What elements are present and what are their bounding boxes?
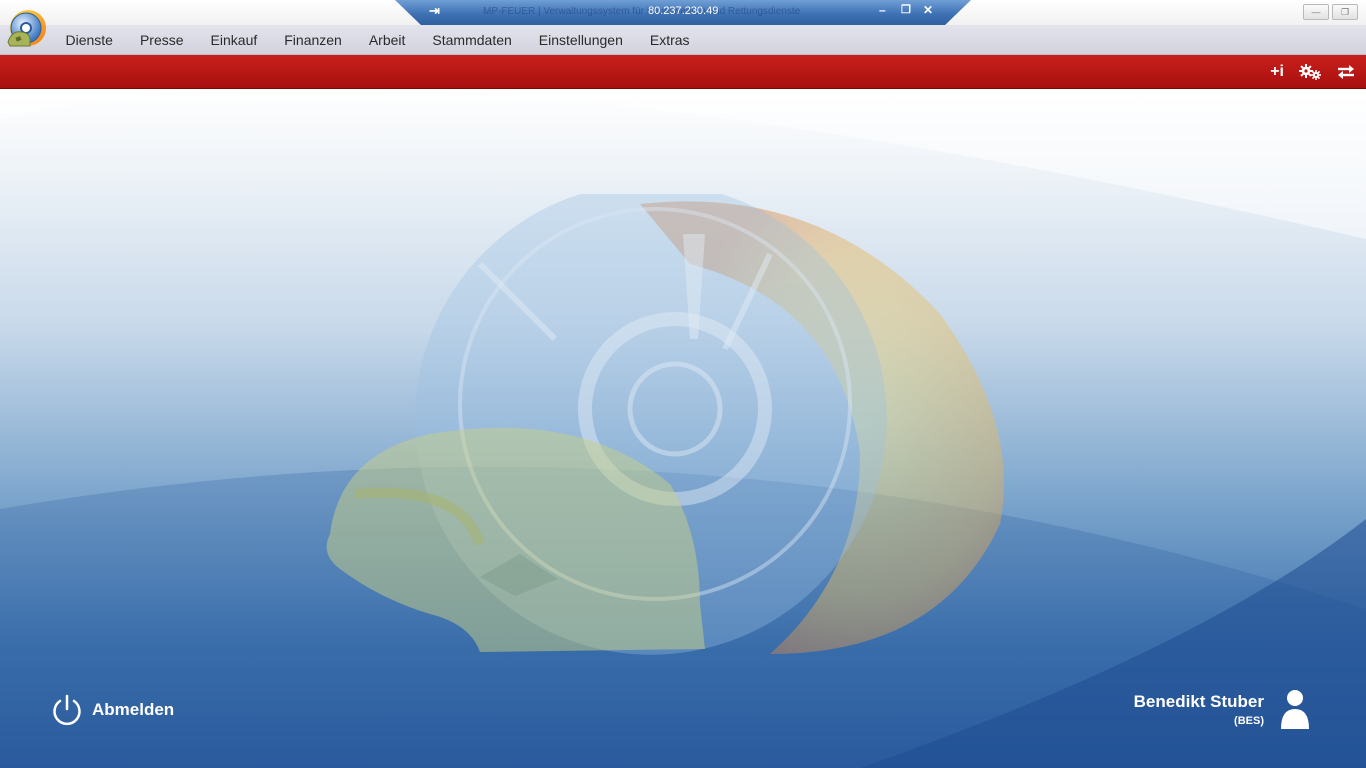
window-minimize-button[interactable]: — xyxy=(1303,4,1329,20)
remote-connection-bar[interactable]: ⇥ MP-FEUER | Verwaltungssystem für Feuer… xyxy=(395,0,971,25)
switch-arrows-icon[interactable] xyxy=(1336,61,1356,83)
window-titlebar: ⇥ MP-FEUER | Verwaltungssystem für Feuer… xyxy=(0,0,1366,25)
menu-arbeit[interactable]: Arbeit xyxy=(355,25,419,54)
menu-einstellungen[interactable]: Einstellungen xyxy=(525,25,636,54)
gears-icon[interactable] xyxy=(1298,61,1322,83)
plus-info-icon[interactable]: +i xyxy=(1270,61,1284,83)
pin-icon[interactable]: ⇥ xyxy=(429,3,440,19)
menu-bar: Dienste Presse Einkauf Finanzen Arbeit S… xyxy=(0,25,1366,55)
menu-extras[interactable]: Extras xyxy=(636,25,703,54)
logout-label: Abmelden xyxy=(92,700,175,719)
power-icon xyxy=(53,694,81,726)
current-user[interactable]: Benedikt Stuber (BES) xyxy=(1134,689,1310,729)
menu-einkauf[interactable]: Einkauf xyxy=(197,25,271,54)
remote-ip-address: 80.237.230.49 xyxy=(648,5,719,17)
user-name: Benedikt Stuber xyxy=(1133,691,1264,711)
user-icon xyxy=(1281,690,1309,729)
toolbar: +i xyxy=(0,55,1366,89)
rdp-close-button[interactable]: ✕ xyxy=(923,3,933,17)
menu-finanzen[interactable]: Finanzen xyxy=(271,25,356,54)
window-controls: — ❐ xyxy=(1303,4,1358,20)
menu-presse[interactable]: Presse xyxy=(126,25,197,54)
main-background: Abmelden Benedikt Stuber (BES) xyxy=(0,89,1366,768)
menu-dienste[interactable]: Dienste xyxy=(52,25,126,54)
user-text: Benedikt Stuber (BES) xyxy=(1134,692,1264,727)
menu-items: Dienste Presse Einkauf Finanzen Arbeit S… xyxy=(52,25,703,54)
window-restore-button[interactable]: ❐ xyxy=(1332,4,1358,20)
watermark-logo-icon xyxy=(326,194,1004,655)
user-code: (BES) xyxy=(1234,714,1264,727)
menu-stammdaten[interactable]: Stammdaten xyxy=(419,25,525,54)
toolbar-icons: +i xyxy=(1270,55,1356,88)
app-logo-icon[interactable] xyxy=(4,8,50,52)
logout-button[interactable]: Abmelden xyxy=(50,693,174,727)
rdp-restore-button[interactable]: ❐ xyxy=(901,3,911,16)
rdp-minimize-button[interactable]: – xyxy=(879,3,886,17)
